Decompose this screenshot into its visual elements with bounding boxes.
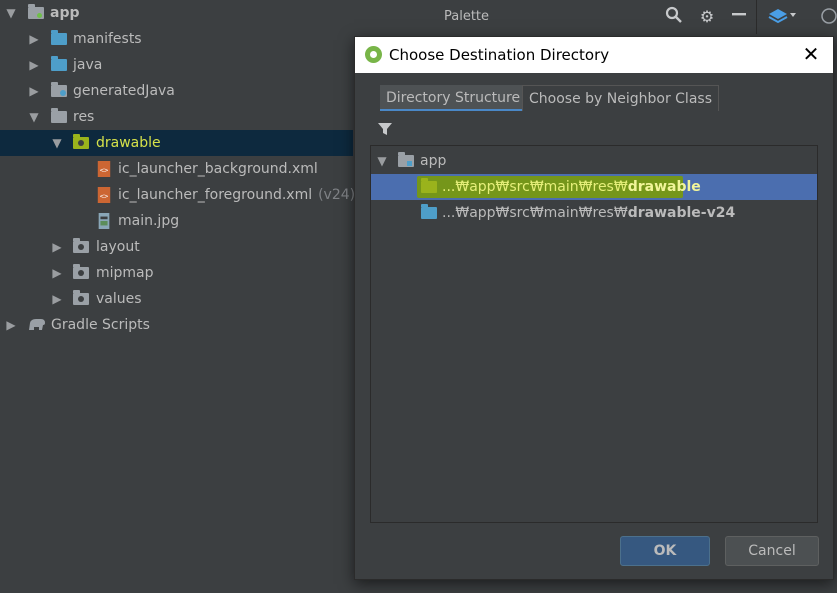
palette-title: Palette xyxy=(444,9,490,24)
folder-icon xyxy=(421,178,437,193)
tree-item-label: app xyxy=(50,5,80,21)
tree-item-ic-launcher-foreground[interactable]: <> ic_launcher_foreground.xml (v24) xyxy=(0,182,356,208)
expand-arrow-icon[interactable]: ▼ xyxy=(50,130,64,156)
tree-item-main-jpg[interactable]: main.jpg xyxy=(0,208,353,234)
directory-name: drawable-v24 xyxy=(627,205,736,221)
module-folder-icon xyxy=(28,4,44,19)
tree-item-manifests[interactable]: ▶ manifests xyxy=(0,26,353,52)
filter-icon[interactable] xyxy=(377,121,393,137)
directory-name: drawable xyxy=(627,179,701,195)
tree-item-label: ic_launcher_background.xml xyxy=(118,161,318,177)
tree-item-ic-launcher-background[interactable]: <> ic_launcher_background.xml xyxy=(0,156,353,182)
tree-item-mipmap[interactable]: ▶ mipmap xyxy=(0,260,353,286)
tree-row-drawable[interactable]: ...₩app₩src₩main₩res₩drawable xyxy=(371,174,817,200)
path-prefix: ...₩app₩src₩main₩res₩ xyxy=(442,205,628,221)
tree-item-label: layout xyxy=(96,239,140,255)
collapse-arrow-icon[interactable]: ▶ xyxy=(27,52,41,78)
layers-dropdown-icon[interactable] xyxy=(767,6,797,28)
collapse-arrow-icon[interactable]: ▶ xyxy=(50,260,64,286)
expand-arrow-icon[interactable]: ▼ xyxy=(4,0,18,26)
palette-toolbar: Palette ⚙ xyxy=(435,0,755,34)
tree-item-label: manifests xyxy=(73,31,142,47)
close-icon[interactable]: ✕ xyxy=(799,42,823,66)
tree-item-label: ic_launcher_foreground.xml xyxy=(118,187,313,203)
tree-item-label: drawable xyxy=(96,135,161,151)
tree-item-label: mipmap xyxy=(96,265,154,281)
choose-destination-dialog: Choose Destination Directory ✕ Directory… xyxy=(354,36,834,580)
tree-item-gradle-scripts[interactable]: ▶ Gradle Scripts xyxy=(0,312,353,338)
cancel-button[interactable]: Cancel xyxy=(725,536,819,566)
search-icon[interactable] xyxy=(663,6,685,28)
gradle-elephant-icon xyxy=(29,319,45,330)
expand-arrow-icon[interactable]: ▼ xyxy=(375,148,389,174)
ok-button[interactable]: OK xyxy=(620,536,710,566)
tree-item-label: java xyxy=(73,57,103,73)
tree-item-label: res xyxy=(73,109,95,125)
collapse-arrow-icon[interactable]: ▶ xyxy=(50,286,64,312)
tab-choose-by-neighbor-class[interactable]: Choose by Neighbor Class xyxy=(522,85,719,111)
xml-file-icon: <> xyxy=(97,187,111,203)
qualifier-suffix: (v24) xyxy=(318,187,356,203)
collapse-arrow-icon[interactable]: ▶ xyxy=(27,78,41,104)
directory-tree: ▼ app ...₩app₩src₩main₩res₩drawable ...₩… xyxy=(370,145,818,523)
resource-folder-icon xyxy=(51,108,67,123)
generated-folder-icon xyxy=(51,82,67,97)
tree-item-label: Gradle Scripts xyxy=(51,317,150,333)
tree-item-drawable[interactable]: ▼ drawable xyxy=(0,130,353,156)
image-file-icon xyxy=(98,213,110,229)
tree-row-drawable-v24[interactable]: ...₩app₩src₩main₩res₩drawable-v24 xyxy=(371,200,817,226)
tree-root-label: app xyxy=(420,153,447,169)
folder-icon xyxy=(73,134,89,149)
collapse-arrow-icon[interactable]: ▶ xyxy=(27,26,41,52)
path-prefix: ...₩app₩src₩main₩res₩ xyxy=(442,179,628,195)
tree-item-generatedjava[interactable]: ▶ generatedJava xyxy=(0,78,353,104)
expand-arrow-icon[interactable]: ▼ xyxy=(27,104,41,130)
svg-text:<>: <> xyxy=(100,166,109,175)
design-toolbar xyxy=(756,0,837,34)
minimize-icon[interactable] xyxy=(728,6,750,28)
folder-icon xyxy=(421,204,437,219)
tree-item-values[interactable]: ▶ values xyxy=(0,286,353,312)
folder-icon xyxy=(51,30,67,45)
svg-text:<>: <> xyxy=(100,192,109,201)
module-folder-icon xyxy=(398,152,414,167)
tree-item-app[interactable]: ▼ app xyxy=(0,0,353,26)
tree-item-java[interactable]: ▶ java xyxy=(0,52,353,78)
tree-item-label: values xyxy=(96,291,142,307)
folder-icon xyxy=(73,290,89,305)
tree-item-label: main.jpg xyxy=(118,213,180,229)
xml-file-icon: <> xyxy=(97,161,111,177)
dialog-title: Choose Destination Directory xyxy=(389,46,610,64)
project-tree: ▼ app ▶ manifests ▶ java ▶ generatedJava… xyxy=(0,0,356,593)
folder-icon xyxy=(51,56,67,71)
orientation-icon[interactable] xyxy=(819,6,837,28)
gear-icon[interactable]: ⚙ xyxy=(696,6,718,28)
tree-item-layout[interactable]: ▶ layout xyxy=(0,234,353,260)
dialog-titlebar[interactable]: Choose Destination Directory ✕ xyxy=(355,37,833,73)
tab-directory-structure[interactable]: Directory Structure xyxy=(380,85,527,111)
android-studio-icon xyxy=(365,46,382,63)
collapse-arrow-icon[interactable]: ▶ xyxy=(4,312,18,338)
folder-icon xyxy=(73,264,89,279)
collapse-arrow-icon[interactable]: ▶ xyxy=(50,234,64,260)
folder-icon xyxy=(73,238,89,253)
tree-root-app[interactable]: ▼ app xyxy=(371,148,817,174)
tree-item-label: generatedJava xyxy=(73,83,175,99)
tree-item-res[interactable]: ▼ res xyxy=(0,104,353,130)
